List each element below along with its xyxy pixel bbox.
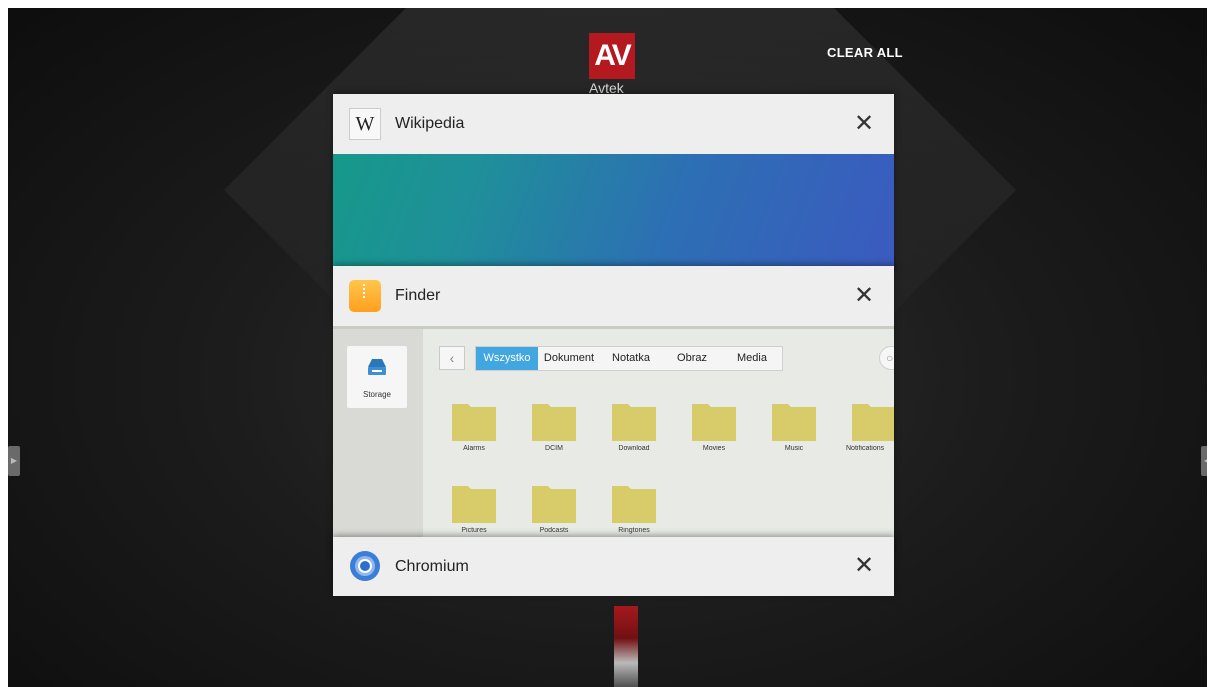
recent-app-card-wikipedia[interactable]: W Wikipedia ✕ (333, 94, 894, 274)
chevron-right-icon: ▶ (10, 456, 18, 465)
recent-app-card-chromium[interactable]: Chromium ✕ (333, 537, 894, 596)
left-edge-handle[interactable]: ▶ (8, 446, 20, 476)
folder-item[interactable]: Pictures (452, 483, 496, 543)
tab-notatka[interactable]: Notatka (600, 347, 662, 370)
folder-icon (852, 404, 894, 441)
folder-icon (532, 486, 576, 523)
wallpaper-logo-fragment (614, 606, 638, 687)
app-preview[interactable] (333, 154, 894, 274)
tab-wszystko[interactable]: Wszystko (476, 347, 538, 370)
app-preview[interactable]: Storage ‹ Wszystko Dokument Notatka Obra… (333, 326, 894, 556)
folder-icon (612, 486, 656, 523)
category-tabs: Wszystko Dokument Notatka Obraz Media (475, 346, 783, 371)
card-header: Chromium ✕ (333, 537, 894, 596)
recent-app-card-finder[interactable]: Finder ✕ Storage ‹ Wszystko Dokument Not… (333, 266, 894, 556)
folder-icon (532, 404, 576, 441)
finder-content: ‹ Wszystko Dokument Notatka Obraz Media … (423, 329, 894, 556)
folder-label: Notifications (846, 445, 885, 452)
folder-label: Pictures (461, 527, 487, 534)
clear-all-button[interactable]: CLEAR ALL (827, 45, 903, 60)
chevron-left-icon: ‹ (449, 350, 455, 366)
finder-sidebar: Storage (333, 329, 423, 556)
avtek-logo: AV (589, 33, 635, 79)
folder-item[interactable]: Alarms (452, 401, 496, 461)
folder-label: Alarms (463, 445, 485, 452)
folder-label: Movies (702, 445, 726, 452)
tab-dokument[interactable]: Dokument (538, 347, 600, 370)
folder-icon (772, 404, 816, 441)
tab-obraz[interactable]: Obraz (662, 347, 722, 370)
app-title: Finder (395, 287, 441, 304)
folder-icon (452, 404, 496, 441)
back-button[interactable]: ‹ (439, 346, 465, 370)
folder-label: Download (618, 445, 650, 452)
app-title: Wikipedia (395, 115, 465, 132)
close-icon[interactable]: ✕ (852, 554, 876, 578)
folder-item[interactable]: Movies (692, 401, 736, 461)
folder-item[interactable]: Podcasts (532, 483, 576, 543)
folder-item[interactable]: DCIM (532, 401, 576, 461)
folder-label: Music (784, 445, 804, 452)
close-icon[interactable]: ✕ (852, 284, 876, 308)
folder-icon (452, 486, 496, 523)
folder-item[interactable]: Download (612, 401, 656, 461)
storage-tile[interactable]: Storage (347, 346, 407, 408)
search-icon[interactable]: ○ (879, 346, 894, 370)
wikipedia-w-icon: W (349, 108, 381, 140)
folder-item[interactable]: Ringtones (612, 483, 656, 543)
folder-label: DCIM (545, 445, 563, 452)
app-title: Chromium (395, 557, 469, 575)
folder-item[interactable]: Music (772, 401, 816, 461)
chromium-icon (349, 550, 381, 582)
folder-item[interactable]: Notifications (846, 401, 894, 461)
folder-icon (692, 404, 736, 441)
folder-label: Podcasts (539, 527, 569, 534)
storage-label: Storage (362, 390, 392, 399)
close-icon[interactable]: ✕ (852, 112, 876, 136)
folder-label: Ringtones (618, 527, 650, 534)
card-header: W Wikipedia ✕ (333, 94, 894, 154)
tab-media[interactable]: Media (722, 347, 782, 370)
chevron-left-icon: ◀ (1203, 456, 1211, 465)
finder-zip-icon (349, 280, 381, 312)
right-edge-handle[interactable]: ◀ (1201, 446, 1213, 476)
storage-drive-icon (367, 358, 387, 376)
folder-icon (612, 404, 656, 441)
card-header: Finder ✕ (333, 266, 894, 326)
